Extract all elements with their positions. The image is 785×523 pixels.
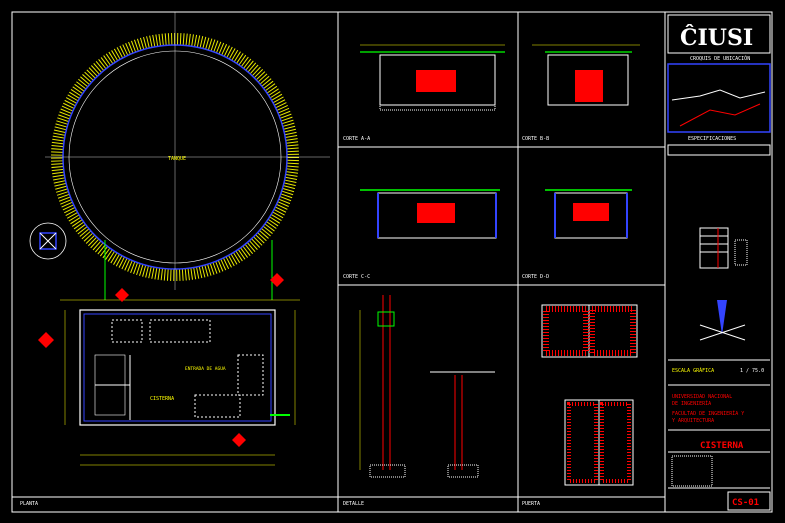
scale-value: 1 / 75.0 (740, 368, 764, 374)
tank-label: TANQUE (168, 156, 186, 162)
section-c (360, 189, 500, 239)
section-label: DETALLE (343, 501, 364, 507)
sheet-code: CS-01 (732, 498, 759, 508)
faculty-name-1: FACULTAD DE INGENIERÍA Y (672, 409, 744, 417)
door-elevation (541, 304, 638, 486)
section-label: CORTE D-D (522, 274, 549, 280)
north-symbol (29, 222, 67, 260)
inlet-note: ENTRADA DE AGUA (185, 366, 226, 372)
plan-label: PLANTA (20, 501, 38, 507)
wall-detail (359, 295, 495, 478)
university-emblem (699, 300, 746, 341)
university-name-2: DE INGENIERÍA (672, 399, 711, 407)
elevation-a (360, 44, 505, 111)
scale-label: ESCALA GRÁFICA (672, 367, 714, 374)
cistern-room-plan: CISTERNA ENTRADA DE AGUA (38, 273, 300, 466)
university-name-1: UNIVERSIDAD NACIONAL (672, 394, 732, 400)
sheet-border (11, 11, 773, 513)
section-label: CORTE A-A (343, 136, 370, 142)
section-label: CORTE C-C (343, 274, 370, 280)
stair-detail (699, 227, 748, 269)
cistern-note: CISTERNA (150, 396, 174, 402)
circular-tank-plan: TANQUE (45, 12, 330, 300)
elevation-b (532, 44, 640, 106)
section-label: PUERTA (522, 501, 540, 507)
title-block: ĈIUSI CROQUIS DE UBICACIÓN ESPECIFICACIO… (667, 14, 771, 511)
especificaciones-label: ESPECIFICACIONES (688, 136, 736, 142)
section-label: CORTE B-B (522, 136, 549, 142)
faculty-name-2: Y ARQUITECTURA (672, 418, 714, 424)
cad-drawing-sheet: TANQUE CISTERNA ENTRADA DE AGUA PLANTA C… (11, 11, 773, 513)
section-d (545, 189, 632, 239)
logo-text: ĈIUSI (680, 24, 753, 51)
croquis-label: CROQUIS DE UBICACIÓN (690, 55, 750, 62)
drawing-title: CISTERNA (700, 441, 744, 451)
